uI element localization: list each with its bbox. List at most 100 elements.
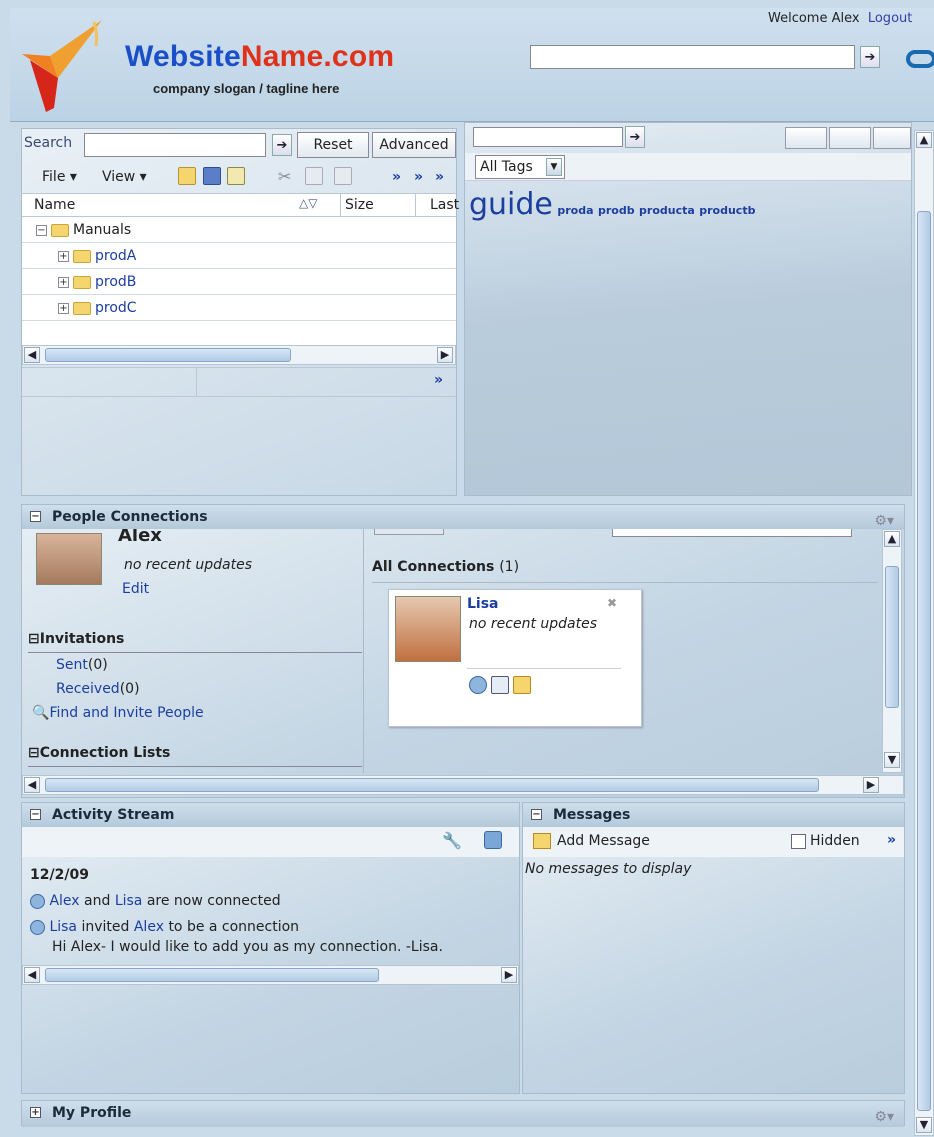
expand-icon[interactable]: + (58, 250, 69, 262)
tag-scope-select[interactable]: All Tags ▼ (475, 155, 565, 179)
scroll-thumb[interactable] (45, 968, 379, 982)
tag-proda[interactable]: proda (557, 204, 593, 217)
scroll-thumb[interactable] (45, 778, 819, 792)
tag-productb[interactable]: productb (699, 204, 755, 217)
tag-prodb[interactable]: prodb (598, 204, 635, 217)
scroll-thumb[interactable] (45, 348, 291, 362)
tree-row-proda[interactable]: + prodA (22, 243, 456, 269)
scroll-left-icon[interactable]: ◀ (24, 347, 40, 363)
gear-menu-icon[interactable]: ⚙▾ (874, 1105, 894, 1129)
scroll-right-icon[interactable]: ▶ (863, 777, 879, 793)
more-toolbar-3-button[interactable]: » (435, 169, 444, 185)
new-folder-icon[interactable] (178, 167, 196, 185)
scroll-right-icon[interactable]: ▶ (501, 967, 517, 983)
collapse-icon[interactable]: − (30, 511, 41, 522)
scroll-right-icon[interactable]: ▶ (437, 347, 453, 363)
send-message-icon[interactable] (513, 676, 531, 694)
connection-toolbar[interactable] (374, 529, 444, 535)
tag-filter-input[interactable] (473, 127, 623, 147)
scroll-up-icon[interactable]: ▲ (916, 132, 932, 148)
profile-icon[interactable] (469, 676, 487, 694)
collapse-icon[interactable]: ⊟ (28, 745, 40, 761)
invitations-header[interactable]: ⊟Invitations (28, 631, 362, 653)
docs-search-go-button[interactable]: ➔ (272, 134, 292, 156)
paste-icon[interactable] (334, 167, 352, 185)
find-connection-input[interactable] (612, 529, 852, 537)
wrench-icon[interactable]: 🔧 (442, 831, 462, 850)
notes-icon[interactable] (491, 676, 509, 694)
activity-actor-link[interactable]: Lisa (49, 919, 77, 935)
add-message-icon[interactable] (533, 833, 551, 849)
site-name[interactable]: WebsiteName.com (125, 40, 394, 74)
docs-horizontal-scrollbar[interactable]: ◀ ▶ (22, 345, 456, 365)
expand-icon[interactable]: + (58, 302, 69, 314)
copy-icon[interactable] (305, 167, 323, 185)
profile-titlebar[interactable]: + My Profile ⚙▾ (22, 1101, 904, 1127)
edit-status-link[interactable]: Edit (122, 581, 149, 597)
tag-guide[interactable]: guide (469, 187, 553, 222)
collapse-icon[interactable]: ⊟ (28, 631, 40, 647)
scroll-left-icon[interactable]: ◀ (24, 777, 40, 793)
add-message-button[interactable]: Add Message (557, 833, 650, 849)
tree-label[interactable]: prodB (95, 274, 136, 290)
people-horizontal-scrollbar[interactable]: ◀ ▶ (22, 775, 904, 795)
scroll-left-icon[interactable]: ◀ (24, 967, 40, 983)
scroll-thumb[interactable] (885, 566, 899, 708)
activity-horizontal-scrollbar[interactable]: ◀ ▶ (22, 965, 519, 985)
collapse-icon[interactable]: − (36, 224, 47, 236)
tree-row-prodb[interactable]: + prodB (22, 269, 456, 295)
messages-more-button[interactable]: » (887, 832, 896, 848)
activity-actor-link[interactable]: Alex (49, 893, 79, 909)
view-list-tab[interactable] (829, 127, 871, 149)
avatar-lisa[interactable] (395, 596, 461, 662)
tree-label[interactable]: prodA (95, 248, 136, 264)
sent-link[interactable]: Sent (56, 657, 88, 673)
column-last[interactable]: Last (415, 194, 459, 216)
column-name[interactable]: Name (34, 197, 75, 213)
export-icon[interactable] (227, 167, 245, 185)
activity-target-link[interactable]: Lisa (115, 893, 143, 909)
page-vertical-scrollbar[interactable]: ▲ ▼ (914, 130, 934, 1136)
scroll-down-icon[interactable]: ▼ (916, 1117, 932, 1133)
view-graph-tab[interactable] (873, 127, 911, 149)
expand-icon[interactable]: + (30, 1107, 41, 1118)
sort-icon[interactable]: △▽ (299, 196, 317, 210)
avatar-alex[interactable] (36, 533, 102, 585)
card-name-link[interactable]: Lisa (467, 596, 499, 612)
logout-link[interactable]: Logout (868, 11, 913, 26)
tree-row-prodc[interactable]: + prodC (22, 295, 456, 321)
view-menu[interactable]: View ▾ (102, 169, 147, 185)
collapse-icon[interactable]: − (531, 809, 542, 820)
reset-button[interactable]: Reset (297, 132, 369, 158)
more-toolbar-2-button[interactable]: » (414, 169, 423, 185)
tree-row-root[interactable]: − Manuals (22, 217, 456, 243)
expand-icon[interactable]: + (58, 276, 69, 288)
connection-card[interactable]: Lisa ✖ no recent updates (388, 589, 642, 727)
find-invite-link[interactable]: Find and Invite People (49, 705, 203, 721)
tag-producta[interactable]: producta (639, 204, 695, 217)
scroll-up-icon[interactable]: ▲ (884, 531, 900, 547)
hidden-checkbox[interactable] (791, 834, 806, 849)
upload-icon[interactable] (203, 167, 221, 185)
file-menu[interactable]: File ▾ (42, 169, 77, 185)
header-search-input[interactable] (530, 45, 855, 69)
docs-footer-more-button[interactable]: » (434, 372, 443, 388)
advanced-search-button[interactable]: Advanced (372, 132, 456, 158)
collapse-icon[interactable]: − (30, 809, 41, 820)
refresh-icon[interactable] (484, 831, 502, 849)
activity-target-link[interactable]: Alex (134, 919, 164, 935)
docs-search-input[interactable] (84, 133, 266, 157)
tag-filter-go-button[interactable]: ➔ (625, 126, 645, 148)
connections-vertical-scrollbar[interactable]: ▲ ▼ (882, 529, 902, 773)
column-size[interactable]: Size (340, 194, 374, 216)
find-invite-row[interactable]: 🔍Find and Invite People (32, 705, 204, 721)
page-scroll-thumb[interactable] (917, 211, 931, 1111)
received-link[interactable]: Received (56, 681, 120, 697)
connection-lists-header[interactable]: ⊟Connection Lists (28, 745, 362, 767)
remove-connection-icon[interactable]: ✖ (607, 596, 617, 610)
header-search-go-button[interactable]: ➔ (860, 46, 880, 68)
view-cloud-tab[interactable] (785, 127, 827, 149)
scroll-down-icon[interactable]: ▼ (884, 752, 900, 768)
more-toolbar-1-button[interactable]: » (392, 169, 401, 185)
tree-label[interactable]: prodC (95, 300, 137, 316)
